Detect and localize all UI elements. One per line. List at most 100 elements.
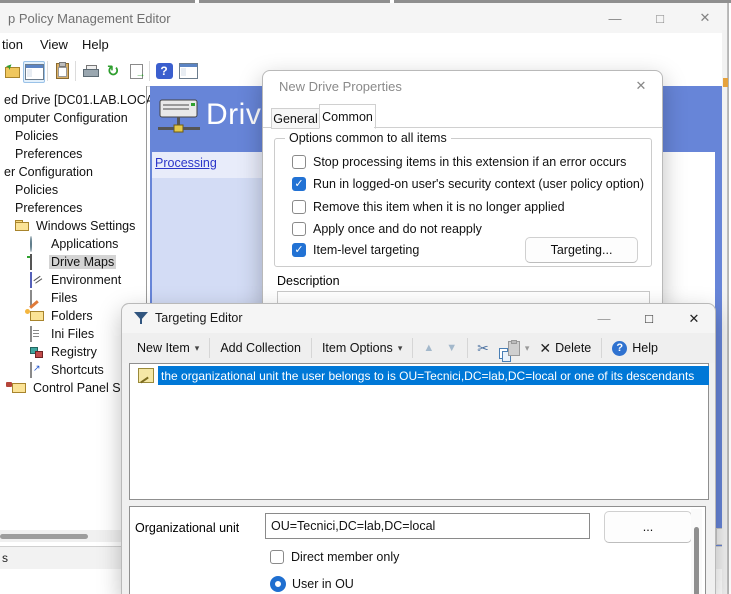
add-collection-button[interactable]: Add Collection	[214, 336, 307, 360]
tree-item-computer-configuration[interactable]: omputer Configuration	[2, 109, 130, 127]
tree-item-user-configuration[interactable]: er Configuration	[2, 163, 95, 181]
new-item-button[interactable]: New Item ▾	[131, 336, 205, 360]
question-mark-icon: ?	[156, 63, 173, 79]
checkbox-unchecked-icon[interactable]	[292, 222, 306, 236]
tree-item-environment[interactable]: Environment	[30, 271, 123, 289]
ini-files-icon	[30, 327, 45, 341]
toolbar-separator	[601, 338, 602, 358]
tab-baseline	[374, 127, 662, 128]
tree-item-drive-maps[interactable]: Drive Maps	[30, 253, 116, 271]
console-tree-toggle-icon[interactable]	[23, 61, 45, 83]
tree-item-windows-settings[interactable]: Windows Settings	[15, 217, 137, 235]
tree-item-control-panel-settings[interactable]: Control Panel Sett	[12, 379, 136, 397]
cut-icon[interactable]: ✂	[472, 341, 494, 355]
tab-general[interactable]: General	[271, 108, 320, 129]
toolbar-separator	[209, 338, 210, 358]
gpme-close-button[interactable]: ✕	[688, 7, 722, 29]
te-titlebar: Targeting Editor — □ ✕	[122, 304, 715, 333]
applications-icon	[30, 237, 45, 251]
printer-icon	[83, 65, 98, 77]
help-button[interactable]: ? Help	[606, 336, 664, 360]
user-in-ou-option[interactable]: User in OU	[270, 576, 354, 592]
menu-view[interactable]: View	[40, 37, 68, 52]
control-panel-icon	[12, 381, 27, 395]
scrollbar-thumb[interactable]	[0, 534, 88, 539]
processing-link[interactable]: Processing	[155, 156, 217, 170]
organizational-unit-label: Organizational unit	[135, 521, 239, 535]
move-up-icon[interactable]: ▲	[417, 342, 440, 354]
tree-item-folders[interactable]: Folders	[30, 307, 95, 325]
tree-item-preferences[interactable]: Preferences	[13, 199, 84, 217]
organizational-unit-input[interactable]	[265, 513, 590, 539]
detail-pane-scrollbar[interactable]	[691, 509, 702, 594]
direct-member-only-option[interactable]: Direct member only	[270, 550, 399, 564]
chevron-down-icon: ▾	[525, 343, 530, 354]
chevron-down-icon: ▾	[398, 343, 403, 354]
chevron-down-icon: ▾	[195, 343, 200, 354]
gpme-maximize-button[interactable]: □	[643, 7, 677, 29]
scrollbar-thumb[interactable]	[694, 527, 699, 594]
toolbar-separator	[311, 338, 312, 358]
targeting-items-list[interactable]: the organizational unit the user belongs…	[129, 363, 709, 500]
option-apply-once[interactable]: Apply once and do not reapply	[292, 222, 482, 236]
print-icon[interactable]	[80, 61, 100, 81]
export-list-icon[interactable]	[126, 61, 146, 81]
toolbar-separator	[47, 61, 48, 81]
radio-selected-icon[interactable]	[270, 576, 286, 592]
tab-common[interactable]: Common	[319, 104, 376, 129]
paste-icon[interactable]: ▾	[504, 341, 534, 356]
option-run-in-user-context[interactable]: ✓ Run in logged-on user's security conte…	[292, 177, 644, 191]
files-icon	[30, 291, 45, 305]
toolbar-separator	[75, 61, 76, 81]
checkbox-checked-icon[interactable]: ✓	[292, 177, 306, 191]
screen: p Policy Management Editor — □ ✕ tion Vi…	[0, 0, 731, 594]
tree-item-ini-files[interactable]: Ini Files	[30, 325, 96, 343]
menu-action[interactable]: tion	[2, 37, 23, 52]
toolbar-separator	[412, 338, 413, 358]
tree-item-preferences[interactable]: Preferences	[13, 145, 84, 163]
move-down-icon[interactable]: ▼	[440, 342, 463, 354]
refresh-icon[interactable]: ↻	[103, 61, 123, 81]
browse-button[interactable]: ...	[604, 511, 692, 543]
back-folder-icon[interactable]	[2, 61, 22, 81]
checkbox-unchecked-icon[interactable]	[292, 155, 306, 169]
tree-item-shortcuts[interactable]: Shortcuts	[30, 361, 106, 379]
paste-clipboard-icon[interactable]	[52, 61, 72, 81]
gpme-window-title: p Policy Management Editor	[8, 11, 171, 26]
toolbar-separator	[149, 61, 150, 81]
targeting-item-text: the organizational unit the user belongs…	[158, 366, 709, 385]
te-maximize-button[interactable]: □	[633, 307, 665, 330]
registry-icon	[30, 345, 45, 359]
tree-item-policies[interactable]: Policies	[13, 127, 60, 145]
background-icon-fragment	[723, 78, 728, 87]
option-item-level-targeting[interactable]: ✓ Item-level targeting	[292, 243, 419, 257]
delete-x-icon: ✕	[539, 341, 551, 355]
gpme-menubar: tion View Help	[0, 33, 728, 57]
tree-item-root[interactable]: ed Drive [DC01.LAB.LOCA	[2, 91, 156, 109]
te-detail-pane: Organizational unit ... Direct member on…	[129, 506, 706, 594]
gpme-minimize-button[interactable]: —	[598, 7, 632, 29]
tab-baseline	[263, 127, 271, 128]
te-close-button[interactable]: ✕	[678, 307, 710, 330]
targeting-item-row[interactable]: the organizational unit the user belongs…	[132, 366, 709, 385]
props-close-button[interactable]: ✕	[626, 75, 656, 97]
tree-item-files[interactable]: Files	[30, 289, 79, 307]
te-minimize-button[interactable]: —	[588, 307, 620, 330]
tree-item-policies[interactable]: Policies	[13, 181, 60, 199]
option-remove-when-not-applied[interactable]: Remove this item when it is no longer ap…	[292, 200, 565, 214]
checkbox-unchecked-icon[interactable]	[292, 200, 306, 214]
checkbox-checked-icon[interactable]: ✓	[292, 243, 306, 257]
statusbar-text: s	[2, 551, 8, 565]
checkbox-unchecked-icon[interactable]	[270, 550, 284, 564]
menu-help[interactable]: Help	[82, 37, 109, 52]
help-icon[interactable]: ?	[154, 61, 174, 81]
tree-item-applications[interactable]: Applications	[30, 235, 120, 253]
tree-item-registry[interactable]: ›Registry	[30, 343, 99, 361]
folders-icon	[30, 309, 45, 323]
refresh-arrow-icon: ↻	[107, 64, 120, 79]
new-window-icon[interactable]	[178, 61, 198, 81]
targeting-button[interactable]: Targeting...	[525, 237, 638, 263]
item-options-button[interactable]: Item Options ▾	[316, 336, 408, 360]
delete-button[interactable]: ✕ Delete	[533, 336, 597, 360]
option-stop-processing[interactable]: Stop processing items in this extension …	[292, 155, 626, 169]
